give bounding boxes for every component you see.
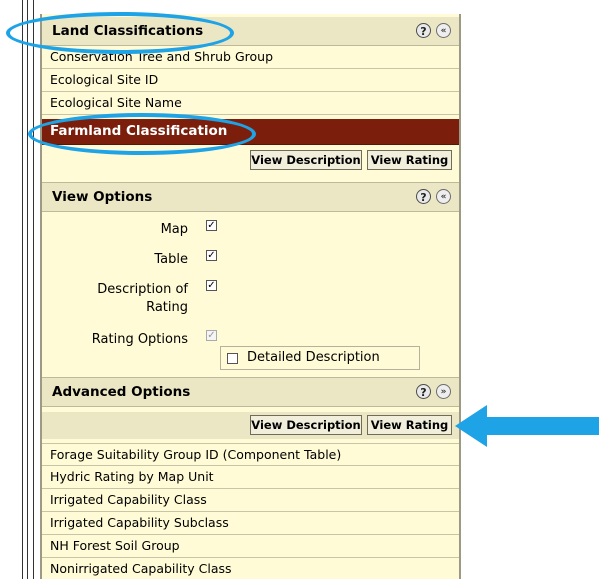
land-classifications-header[interactable]: Land Classifications ? « xyxy=(42,17,459,46)
advanced-options-button-bar: View Description View Rating xyxy=(42,412,459,439)
detailed-description-box: Detailed Description xyxy=(220,346,420,370)
list-item[interactable]: NH Forest Soil Group xyxy=(42,535,459,558)
rating-options-checkbox: ✓ xyxy=(206,330,217,341)
map-checkbox[interactable]: ✓ xyxy=(206,220,217,231)
detailed-description-label: Detailed Description xyxy=(247,350,380,365)
detailed-description-checkbox[interactable] xyxy=(227,353,238,364)
collapse-icon[interactable]: « xyxy=(436,23,451,38)
help-icon[interactable]: ? xyxy=(416,384,431,399)
advanced-options-title: Advanced Options xyxy=(52,384,191,400)
description-of-rating-checkbox[interactable]: ✓ xyxy=(206,280,217,291)
view-options-header[interactable]: View Options ? « xyxy=(42,182,459,212)
help-icon[interactable]: ? xyxy=(416,23,431,38)
help-icon[interactable]: ? xyxy=(416,189,431,204)
view-rating-button[interactable]: View Rating xyxy=(367,150,452,170)
annotation-arrow-icon xyxy=(455,405,599,447)
list-item[interactable]: Ecological Site Name xyxy=(42,92,459,115)
advanced-options-header[interactable]: Advanced Options ? » xyxy=(42,377,459,407)
list-item[interactable]: Irrigated Capability Class xyxy=(42,489,459,512)
list-item[interactable]: Irrigated Capability Subclass xyxy=(42,512,459,535)
collapse-icon[interactable]: « xyxy=(436,189,451,204)
description-of-rating-label-line1: Description of xyxy=(97,282,188,297)
view-rating-button[interactable]: View Rating xyxy=(367,415,452,435)
list-item[interactable]: Nonirrigated Capability Class xyxy=(42,558,459,579)
description-of-rating-label-line2: Rating xyxy=(146,300,188,315)
layer-options-panel: Land Classifications ? « Conservation Tr… xyxy=(40,14,461,579)
table-label: Table xyxy=(154,252,188,267)
list-item[interactable]: Ecological Site ID xyxy=(42,69,459,92)
land-classifications-title: Land Classifications xyxy=(52,23,204,39)
list-item[interactable]: Forage Suitability Group ID (Component T… xyxy=(42,443,459,466)
rating-options-label: Rating Options xyxy=(91,332,188,347)
tree-guide-lines xyxy=(0,0,40,579)
view-options-title: View Options xyxy=(52,189,153,205)
table-checkbox[interactable]: ✓ xyxy=(206,250,217,261)
expand-icon[interactable]: » xyxy=(436,384,451,399)
list-item[interactable]: Conservation Tree and Shrub Group xyxy=(42,46,459,69)
list-item-selected[interactable]: Farmland Classification xyxy=(42,119,459,145)
view-description-button[interactable]: View Description xyxy=(250,415,362,435)
land-classifications-button-bar: View Description View Rating xyxy=(42,147,459,173)
view-description-button[interactable]: View Description xyxy=(250,150,362,170)
list-item[interactable]: Hydric Rating by Map Unit xyxy=(42,466,459,489)
map-label: Map xyxy=(160,222,188,237)
